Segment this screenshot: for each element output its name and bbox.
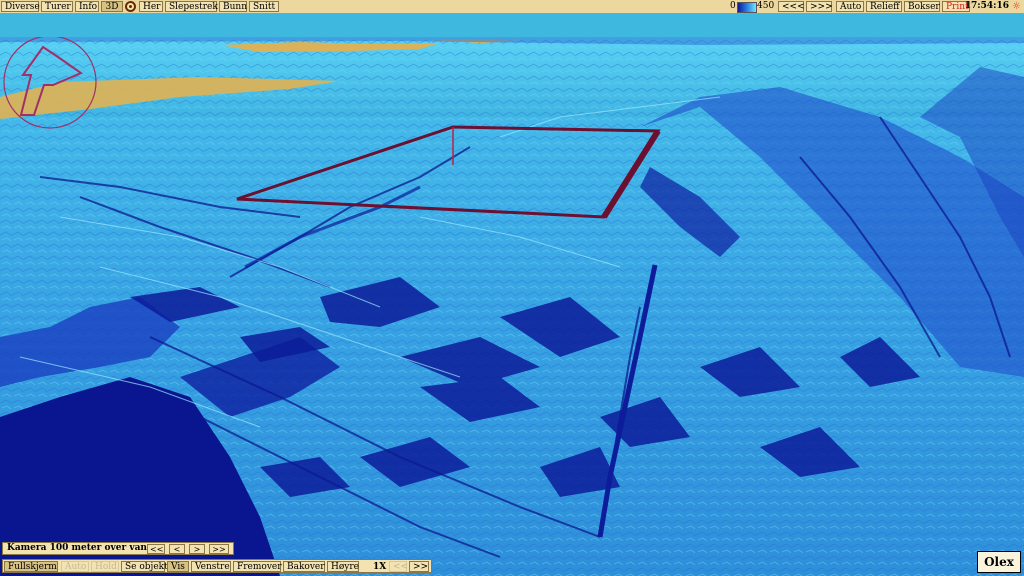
menu-snitt[interactable]: Snitt [249,1,279,12]
left-button[interactable]: Venstre [191,561,231,572]
camera-panel: Kamera 100 meter over vann << < > >> [2,542,234,555]
speed-up-button[interactable]: >> [409,561,429,572]
depth-color-legend [737,2,757,13]
backward-button[interactable]: Bakover [283,561,325,572]
menu-3d[interactable]: 3D [101,1,123,12]
view-object-button[interactable]: Se objekt [121,561,168,572]
boxes-button[interactable]: Bokser [904,1,940,12]
menu-slepestrek[interactable]: Slepestrek [165,1,218,12]
auto-button[interactable]: Auto [836,1,864,12]
hold-button[interactable]: Hold [91,561,119,572]
right-button[interactable]: Høyre [327,561,359,572]
olex-logo: Olex [977,551,1021,573]
view-button[interactable]: Vis [167,561,189,572]
clock: 17:54:16 [964,1,1009,11]
depth-legend-max: 450 [757,1,775,11]
prev-button[interactable]: <<< [778,1,805,12]
target-icon[interactable] [125,1,136,12]
menu-turer[interactable]: Turer [41,1,73,12]
camera-forward-button[interactable]: > [189,544,205,554]
auto-nav-button[interactable]: Auto [61,561,89,572]
speed-value: 1X [373,562,387,572]
camera-rewind-button[interactable]: << [147,544,165,554]
depth-legend-min: 0 [730,1,736,11]
navigation-bar: Fullskjerm Auto Hold Se objekt Vis Venst… [2,559,432,573]
menu-bunn[interactable]: Bunn [219,1,247,12]
next-button[interactable]: >>> [806,1,833,12]
top-toolbar: Diverse Turer Info 3D Her Slepestrek Bun… [0,0,1024,14]
camera-label: Kamera 100 meter over vann [7,543,154,553]
menu-diverse[interactable]: Diverse [1,1,40,12]
menu-info[interactable]: Info [75,1,99,12]
forward-button[interactable]: Fremover [233,561,282,572]
relief-button[interactable]: Relieff [866,1,902,12]
seafloor-3d-view[interactable] [0,37,1024,576]
sun-icon[interactable]: ☼ [1012,2,1022,12]
speed-down-button[interactable]: << [389,561,408,572]
camera-back-button[interactable]: < [169,544,185,554]
camera-fast-forward-button[interactable]: >> [209,544,229,554]
fullscreen-button[interactable]: Fullskjerm [4,561,58,572]
menu-her[interactable]: Her [139,1,163,12]
